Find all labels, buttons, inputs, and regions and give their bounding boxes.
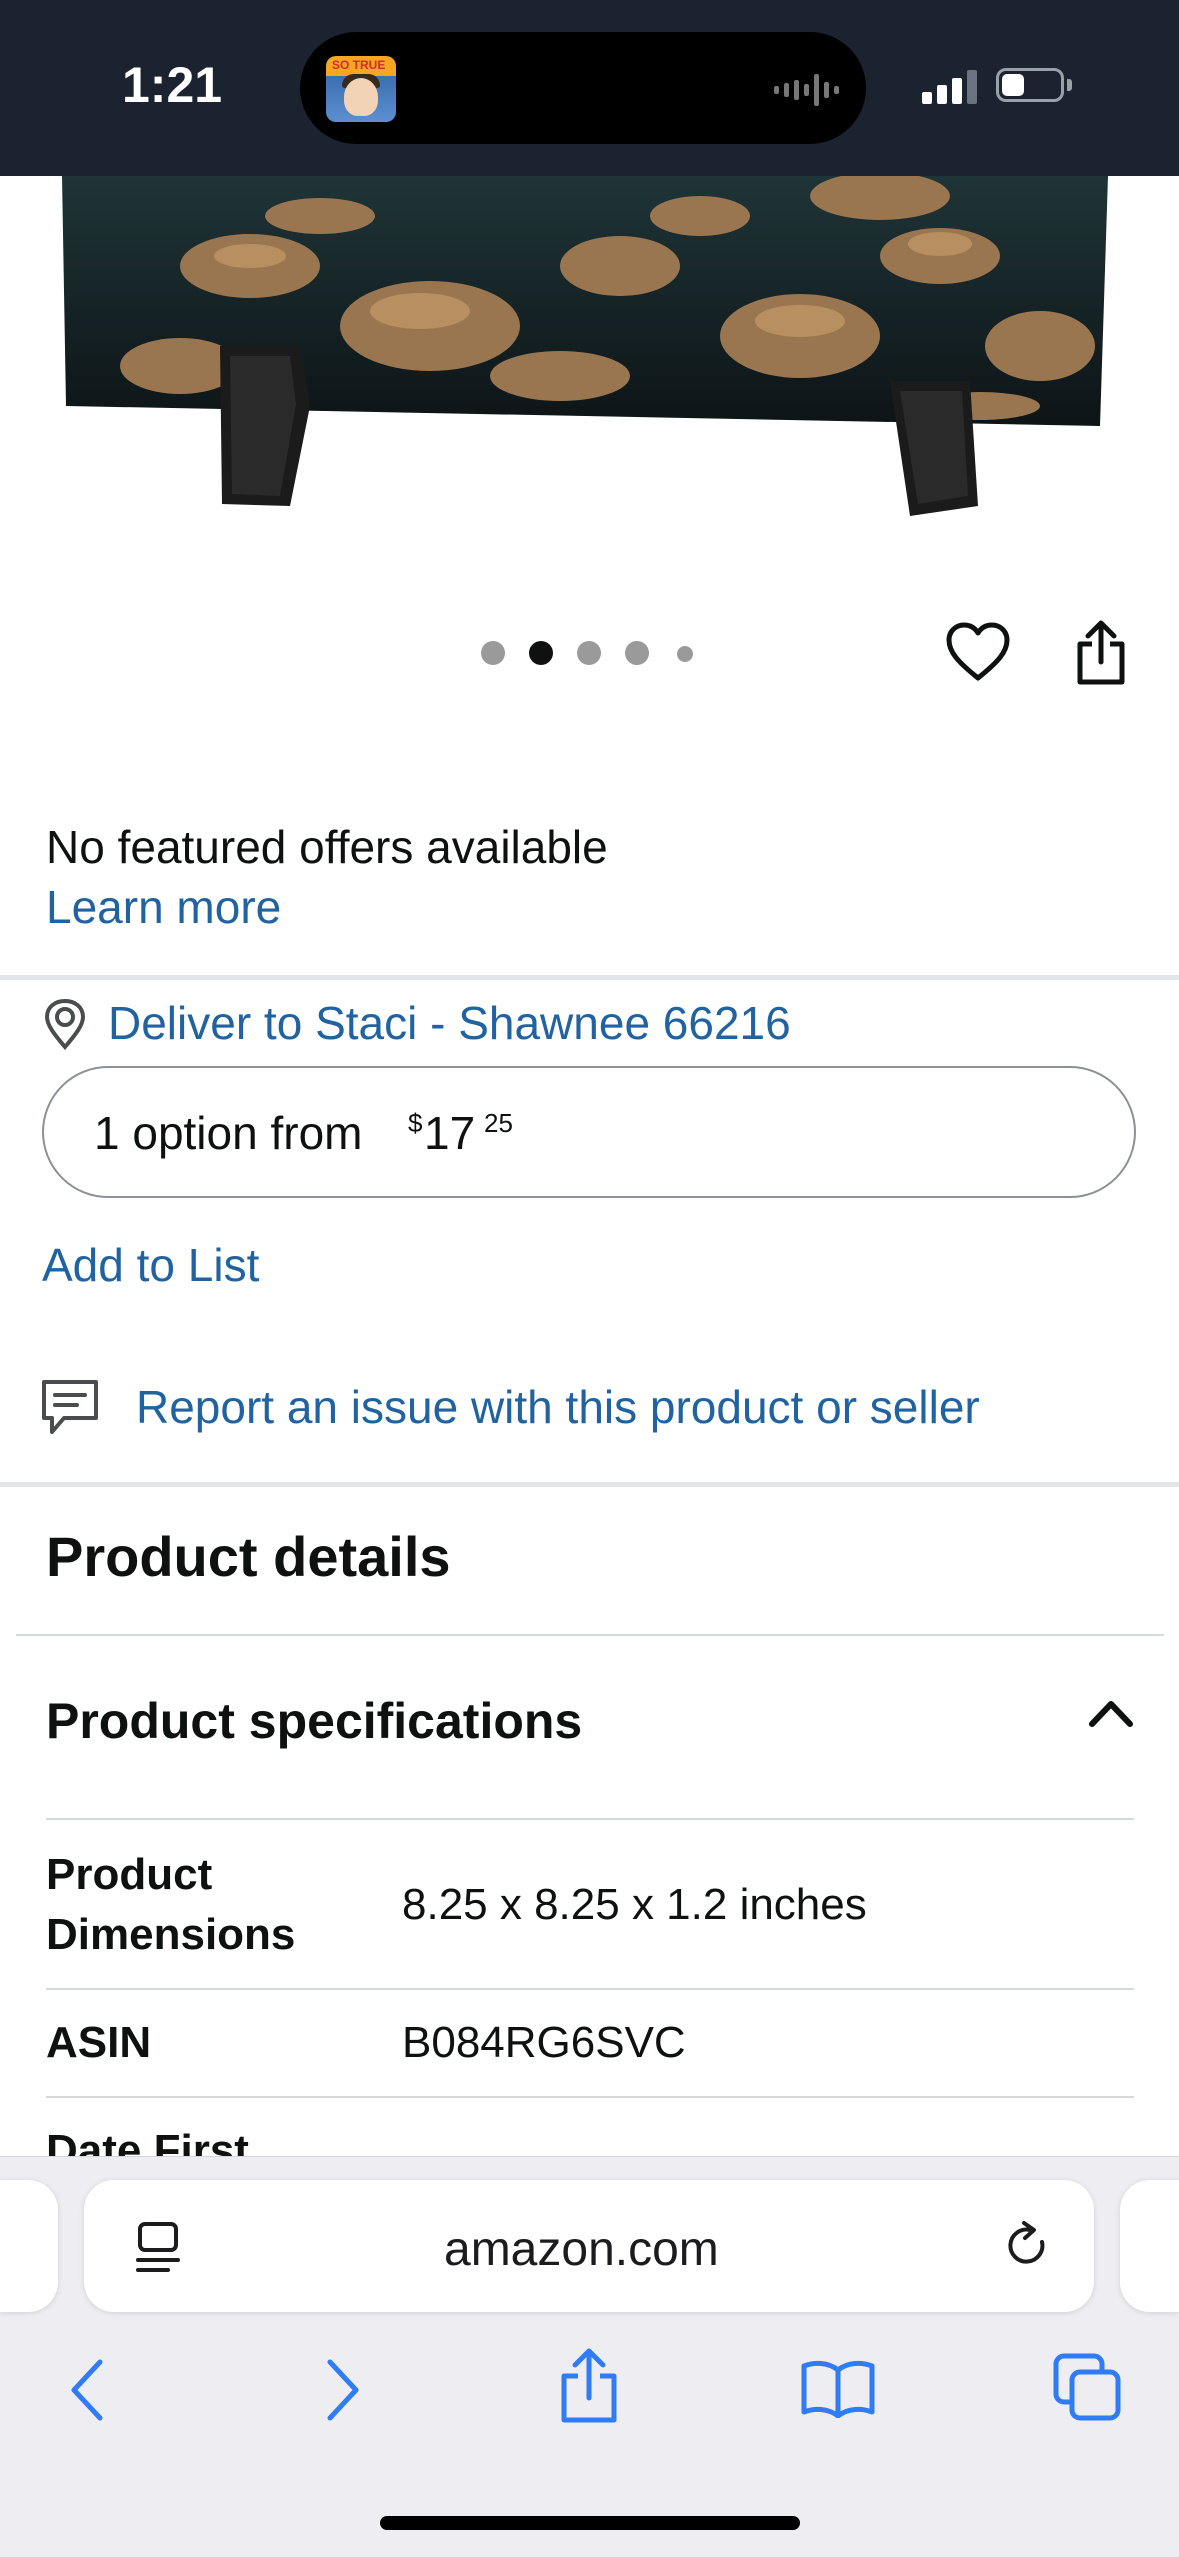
report-issue-link[interactable]: Report an issue with this product or sel… — [136, 1380, 980, 1434]
reader-page-menu-icon[interactable] — [134, 2220, 182, 2274]
carousel-dot[interactable] — [577, 641, 601, 665]
product-specifications-heading: Product specifications — [46, 1693, 583, 1749]
section-divider — [0, 1482, 1179, 1487]
spec-label: Product — [46, 1850, 213, 1899]
address-bar-url[interactable]: amazon.com — [444, 2222, 719, 2277]
audio-waveform-icon — [772, 70, 842, 110]
buying-options-button[interactable]: 1 option from $ 17 25 — [42, 1066, 1136, 1198]
thumbnail-sticker-text: SO TRUE — [332, 58, 386, 72]
previous-tab-preview[interactable] — [0, 2180, 58, 2312]
location-pin-icon[interactable] — [42, 998, 88, 1050]
buying-options-label: 1 option from — [94, 1107, 363, 1159]
no-offers-text: No featured offers available — [46, 821, 608, 873]
learn-more-link[interactable]: Learn more — [46, 880, 281, 934]
carousel-dot[interactable] — [677, 646, 693, 662]
details-rule — [16, 1634, 1164, 1636]
carousel-dot[interactable] — [481, 641, 505, 665]
spec-label: ASIN — [46, 2018, 152, 2067]
product-details-heading: Product details — [46, 1525, 451, 1588]
share-icon[interactable] — [1074, 620, 1128, 686]
carousel-dot-active[interactable] — [529, 641, 553, 665]
cellular-signal-icon — [922, 70, 978, 104]
status-time: 1:21 — [122, 57, 223, 113]
price-fraction: 25 — [484, 1108, 513, 1138]
back-icon[interactable] — [68, 2358, 108, 2422]
share-icon[interactable] — [558, 2348, 620, 2424]
bookmarks-icon[interactable] — [800, 2358, 876, 2418]
battery-cap — [1067, 79, 1072, 91]
next-tab-preview[interactable] — [1120, 2180, 1179, 2312]
carousel-dot[interactable] — [625, 641, 649, 665]
spec-value: 8.25 x 8.25 x 1.2 inches — [402, 1880, 867, 1929]
spec-value: B084RG6SVC — [402, 2018, 686, 2067]
home-indicator[interactable] — [380, 2516, 800, 2530]
wishlist-heart-icon[interactable] — [946, 622, 1010, 682]
forward-icon[interactable] — [322, 2358, 362, 2422]
spec-label: Dimensions — [46, 1910, 296, 1959]
report-issue-icon[interactable] — [40, 1378, 100, 1436]
product-image[interactable] — [0, 176, 1179, 556]
spec-rule — [46, 2096, 1134, 2098]
tabs-icon[interactable] — [1052, 2352, 1124, 2424]
price-currency: $ — [408, 1108, 423, 1138]
add-to-list-link[interactable]: Add to List — [42, 1238, 259, 1292]
battery-icon — [996, 68, 1064, 102]
reload-icon[interactable] — [1004, 2220, 1052, 2274]
now-playing-thumbnail[interactable]: SO TRUE — [326, 56, 396, 122]
section-divider — [0, 975, 1179, 980]
chevron-up-icon[interactable] — [1088, 1698, 1134, 1728]
deliver-to-link[interactable]: Deliver to Staci - Shawnee 66216 — [108, 996, 791, 1050]
price-whole: 17 — [424, 1107, 476, 1159]
